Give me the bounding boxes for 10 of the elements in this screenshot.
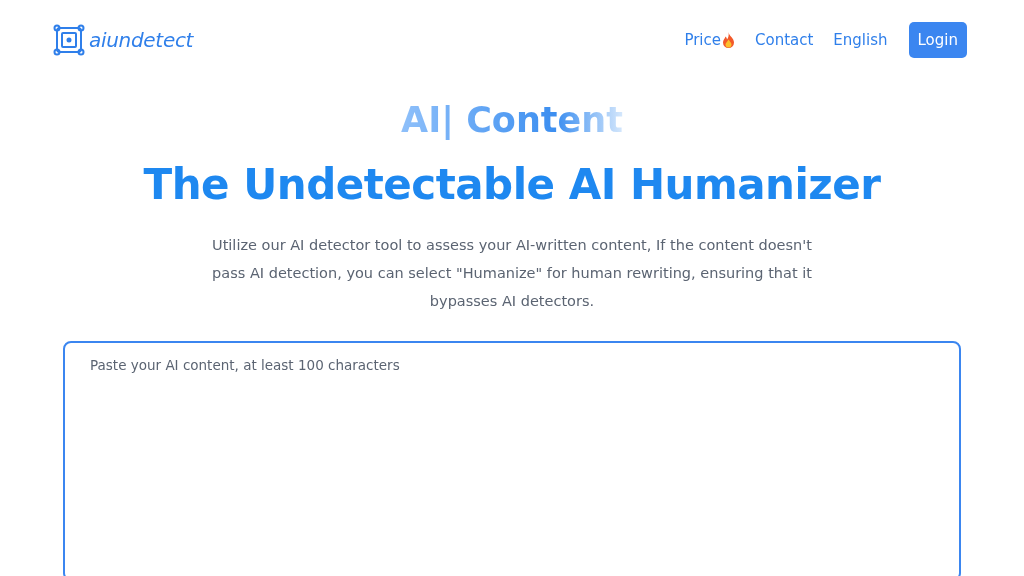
hero-description: Utilize our AI detector tool to assess your AI-written content, If the content doesn't pass AI detection, you can select "Humanize" for human rewriting, ensuring that it bypasses AI detectors. — [211, 236, 813, 311]
content-input[interactable]: Paste your AI content, at least 100 characters — [63, 341, 961, 576]
flame-icon — [722, 32, 735, 48]
nav-link[interactable]: English — [833, 31, 888, 49]
nav-link[interactable]: Contact — [755, 31, 814, 49]
logo-text[interactable]: aiundetect — [89, 28, 194, 52]
hero-title: The Undetectable AI Humanizer — [143, 160, 881, 209]
logo-icon — [52, 23, 86, 57]
nav-link[interactable]: Price — [684, 31, 735, 49]
login-button[interactable]: Login — [908, 22, 967, 58]
